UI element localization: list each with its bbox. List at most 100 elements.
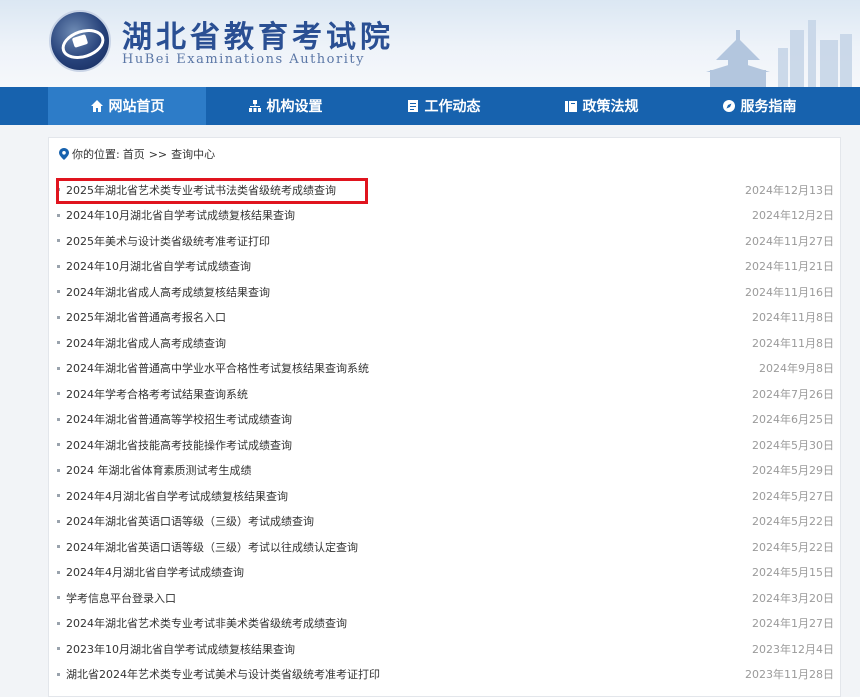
list-item-link[interactable]: 2025年湖北省普通高考报名入口 <box>66 309 226 325</box>
list-item: 湖北省2024年艺术类专业考试美术与设计类省级统考准考证打印 2023年11月28… <box>57 662 834 688</box>
list-item: 学考信息平台登录入口 2024年3月20日 <box>57 585 834 611</box>
nav-item-policy[interactable]: 政策法规 <box>522 87 680 125</box>
list-item-date: 2023年11月28日 <box>745 668 834 682</box>
nav-item-label: 工作动态 <box>424 99 481 115</box>
list-item: 2025年美术与设计类省级统考准考证打印 2024年11月27日 <box>57 228 834 254</box>
list-item-date: 2024年5月22日 <box>752 515 834 529</box>
content-panel: 你的位置: 首页 >> 查询中心 2025年湖北省艺术类专业考试书法类省级统考成… <box>48 137 841 697</box>
list-item: 2024年湖北省技能高考技能操作考试成绩查询 2024年5月30日 <box>57 432 834 458</box>
list-item-date: 2024年11月16日 <box>745 285 834 299</box>
list-item-date: 2024年7月26日 <box>752 387 834 401</box>
bullet-icon <box>57 392 60 395</box>
list-item-date: 2024年12月2日 <box>752 209 834 223</box>
list-item-link[interactable]: 2024年湖北省技能高考技能操作考试成绩查询 <box>66 437 292 453</box>
site-title[interactable]: 湖北省教育考试院 <box>122 12 394 56</box>
list-item-link[interactable]: 2024年学考合格考考试结果查询系统 <box>66 386 248 402</box>
list-item: 2024年10月湖北省自学考试成绩查询 2024年11月21日 <box>57 254 834 280</box>
list-item-link[interactable]: 2024年湖北省普通高中学业水平合格性考试复核结果查询系统 <box>66 360 369 376</box>
breadcrumb-prefix: 你的位置: <box>72 148 120 161</box>
book-icon <box>564 101 577 112</box>
list-item: 2024年10月湖北省自学考试成绩复核结果查询 2024年12月2日 <box>57 203 834 229</box>
bullet-icon <box>57 494 60 497</box>
breadcrumb-current: 查询中心 <box>171 148 216 161</box>
site-logo-seal[interactable] <box>49 10 111 72</box>
site-header: 湖北省教育考试院 HuBei Examinations Authority <box>0 0 860 87</box>
query-list: 2025年湖北省艺术类专业考试书法类省级统考成绩查询 2024年12月13日 202… <box>57 177 834 687</box>
list-item-date: 2024年11月8日 <box>752 311 834 325</box>
list-item: 2023年10月湖北省自学考试成绩复核结果查询 2023年12月4日 <box>57 636 834 662</box>
list-item-date: 2024年6月25日 <box>752 413 834 427</box>
bullet-icon <box>57 468 60 472</box>
bullet-icon <box>57 596 60 599</box>
list-item: 2024年湖北省英语口语等级（三级）考试以往成绩认定查询 2024年5月22日 <box>57 534 834 560</box>
list-item: 2024年湖北省艺术类专业考试非美术类省级统考成绩查询 2024年1月27日 <box>57 611 834 637</box>
nav-item-service-guide[interactable]: 服务指南 <box>680 87 838 125</box>
main-nav: 网站首页 机构设置 工作动态 政策法规 服务指南 <box>0 87 860 125</box>
location-pin-icon <box>59 148 69 160</box>
bullet-icon <box>57 213 60 217</box>
list-item-link[interactable]: 2024年10月湖北省自学考试成绩查询 <box>66 258 251 274</box>
bullet-icon <box>57 290 60 293</box>
list-item-date: 2024年5月15日 <box>752 566 834 580</box>
list-item-link[interactable]: 2024年4月湖北省自学考试成绩复核结果查询 <box>66 488 288 504</box>
home-icon <box>90 100 103 112</box>
list-item: 2024年湖北省成人高考成绩复核结果查询 2024年11月16日 <box>57 279 834 305</box>
bullet-icon <box>57 341 60 344</box>
bullet-icon <box>57 239 60 242</box>
org-chart-icon <box>248 100 261 112</box>
list-item-date: 2024年11月8日 <box>752 336 834 350</box>
list-item: 2024年4月湖北省自学考试成绩复核结果查询 2024年5月27日 <box>57 483 834 509</box>
list-item-link[interactable]: 学考信息平台登录入口 <box>66 590 176 606</box>
city-skyline-decoration <box>706 20 852 87</box>
list-item-link[interactable]: 2024 年湖北省体育素质测试考生成绩 <box>66 462 252 478</box>
bullet-icon <box>57 264 60 268</box>
site-subtitle: HuBei Examinations Authority <box>122 52 365 67</box>
list-item-link[interactable]: 2025年美术与设计类省级统考准考证打印 <box>66 233 270 249</box>
list-item: 2024年湖北省普通高等学校招生考试成绩查询 2024年6月25日 <box>57 407 834 433</box>
list-item-link[interactable]: 2024年湖北省艺术类专业考试非美术类省级统考成绩查询 <box>66 615 347 631</box>
list-item: 2024年湖北省英语口语等级（三级）考试成绩查询 2024年5月22日 <box>57 509 834 535</box>
nav-item-home[interactable]: 网站首页 <box>48 87 206 125</box>
list-item-link[interactable]: 2024年湖北省成人高考成绩复核结果查询 <box>66 284 270 300</box>
bullet-icon <box>57 417 60 421</box>
breadcrumb: 你的位置: 首页 >> 查询中心 <box>59 146 215 162</box>
list-item: 2025年湖北省艺术类专业考试书法类省级统考成绩查询 2024年12月13日 <box>57 177 834 203</box>
list-item-date: 2024年12月13日 <box>745 183 834 197</box>
list-item-link[interactable]: 2023年10月湖北省自学考试成绩复核结果查询 <box>66 641 295 657</box>
bullet-icon <box>57 672 60 676</box>
list-item-date: 2024年11月21日 <box>745 260 834 274</box>
list-item-link[interactable]: 2024年湖北省英语口语等级（三级）考试以往成绩认定查询 <box>66 539 358 555</box>
list-item-date: 2024年5月29日 <box>752 464 834 478</box>
list-item: 2024年学考合格考考试结果查询系统 2024年7月26日 <box>57 381 834 407</box>
list-item-date: 2024年9月8日 <box>759 362 834 376</box>
list-item-link[interactable]: 2024年湖北省英语口语等级（三级）考试成绩查询 <box>66 513 314 529</box>
nav-item-work-news[interactable]: 工作动态 <box>364 87 522 125</box>
list-item-date: 2024年5月22日 <box>752 540 834 554</box>
list-item: 2024年湖北省普通高中学业水平合格性考试复核结果查询系统 2024年9月8日 <box>57 356 834 382</box>
list-item-date: 2024年1月27日 <box>752 617 834 631</box>
list-item-link[interactable]: 2024年湖北省成人高考成绩查询 <box>66 335 226 351</box>
list-item-date: 2024年5月30日 <box>752 438 834 452</box>
list-item-date: 2024年11月27日 <box>745 234 834 248</box>
bullet-icon <box>57 570 60 574</box>
nav-item-label: 机构设置 <box>266 99 323 115</box>
list-item-link[interactable]: 2024年湖北省普通高等学校招生考试成绩查询 <box>66 411 292 427</box>
list-item-link[interactable]: 2024年4月湖北省自学考试成绩查询 <box>66 564 244 580</box>
list-item-link[interactable]: 湖北省2024年艺术类专业考试美术与设计类省级统考准考证打印 <box>66 666 380 682</box>
breadcrumb-home-link[interactable]: 首页 <box>123 146 145 162</box>
bullet-icon <box>57 188 60 191</box>
nav-item-label: 网站首页 <box>108 99 165 115</box>
nav-item-label: 服务指南 <box>740 99 797 115</box>
list-item: 2025年湖北省普通高考报名入口 2024年11月8日 <box>57 305 834 331</box>
bullet-icon <box>57 621 60 625</box>
bullet-icon <box>57 519 60 523</box>
nav-item-organization[interactable]: 机构设置 <box>206 87 364 125</box>
nav-item-label: 政策法规 <box>582 99 639 115</box>
list-item-date: 2023年12月4日 <box>752 642 834 656</box>
compass-icon <box>722 100 735 112</box>
list-item-link[interactable]: 2024年10月湖北省自学考试成绩复核结果查询 <box>66 207 295 223</box>
list-item-date: 2024年3月20日 <box>752 591 834 605</box>
list-item: 2024 年湖北省体育素质测试考生成绩 2024年5月29日 <box>57 458 834 484</box>
list-item-link[interactable]: 2025年湖北省艺术类专业考试书法类省级统考成绩查询 <box>66 182 336 198</box>
news-icon <box>407 100 418 112</box>
